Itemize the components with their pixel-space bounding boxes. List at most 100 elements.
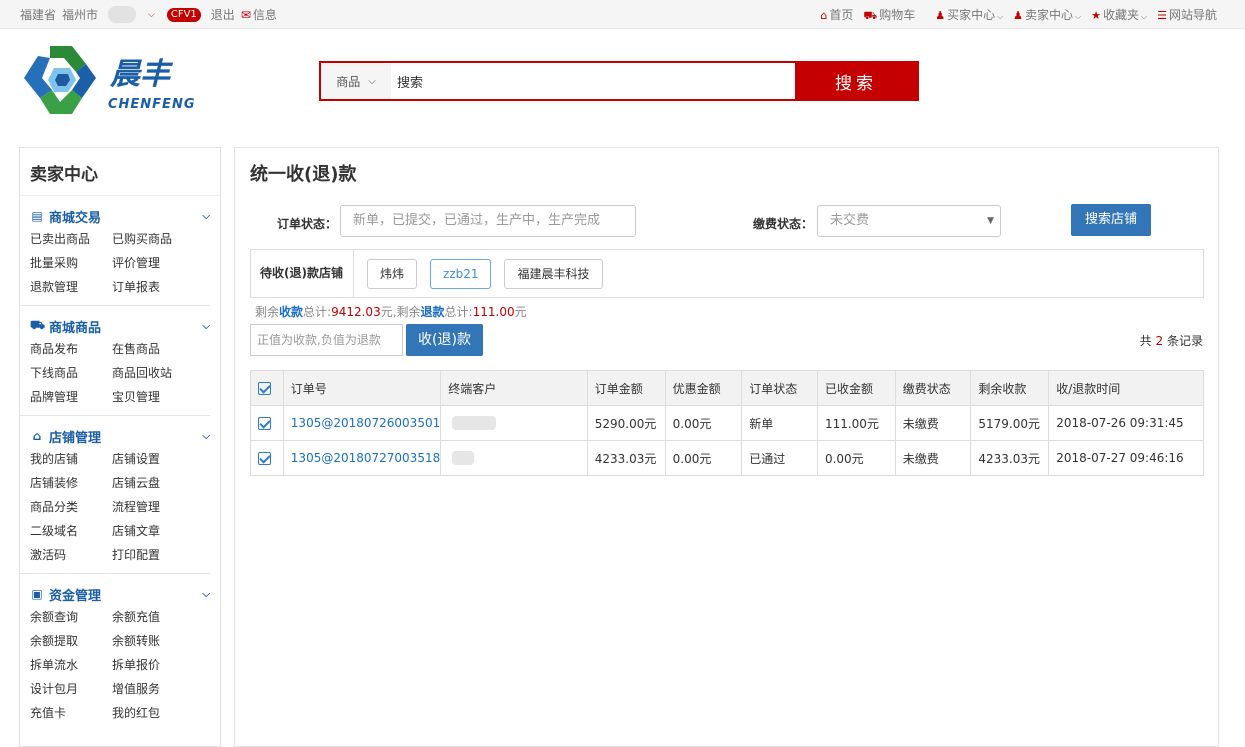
table-cell: 未缴费 [894,440,972,476]
summary-text: 元 [514,305,527,319]
sidebar-section-header[interactable]: ⛟ 商城商品 ⌵ [30,316,210,336]
column-header: 订单状态 [741,370,818,406]
sidebar-item[interactable]: 店铺设置 [112,450,202,468]
sidebar-item[interactable]: 商品回收站 [112,364,202,382]
sidebar-item[interactable]: 品牌管理 [30,388,112,406]
card-icon: ▤ [31,209,43,223]
amount-input[interactable]: 正值为收款,负值为退款 [250,324,403,356]
row-checkbox[interactable] [250,440,284,476]
sidebar-item[interactable]: 宝贝管理 [112,388,202,406]
sidebar-item[interactable]: 店铺文章 [112,522,202,540]
sidebar-item[interactable]: 充值卡 [30,704,112,722]
summary-text: 总计: [303,305,332,319]
fee-status-select[interactable]: 未交费 ▼ [817,205,1001,237]
order-number-link[interactable]: 1305@20180727003518 [282,440,442,476]
sidebar-item[interactable]: 商品分类 [30,498,112,516]
orders-table: 订单号 终端客户 订单金额 优惠金额 订单状态 已收金额 缴费状态 剩余收款 收… [250,370,1204,476]
order-status-field[interactable]: 新单，已提交，已通过，生产中，生产完成 [340,205,636,237]
top-nav-site-nav[interactable]: ☰ 网站导航 [1157,6,1217,24]
sidebar-item[interactable]: 商品发布 [30,340,112,358]
table-row[interactable]: 1305@20180727003518 4233.03元 0.00元 已通过 0.00元… [250,440,1204,476]
summary-text: 总计: [444,305,473,319]
top-nav-cart[interactable]: ⛟ 购物车 [863,6,915,24]
sidebar-item[interactable]: 已购买商品 [112,230,202,248]
sidebar-item[interactable]: 增值服务 [112,680,202,698]
search-bar: 商品 ⌵ 搜索 [319,61,919,101]
search-input[interactable] [391,63,795,99]
sidebar-item[interactable]: 余额提取 [30,632,112,650]
sidebar-item[interactable]: 已卖出商品 [30,230,112,248]
top-nav-label: 卖家中心 [1025,8,1074,22]
sidebar-item[interactable]: 拆单报价 [112,656,202,674]
sidebar-section-title: 商城交易 [49,210,102,226]
sidebar-item[interactable]: 店铺云盘 [112,474,202,492]
home-icon: ⌂ [820,9,828,22]
sidebar-item[interactable]: 在售商品 [112,340,202,358]
select-all-checkbox[interactable] [250,370,284,406]
province-label[interactable]: 福建省 [20,6,56,23]
order-number-link[interactable]: 1305@20180726003501 [282,405,442,441]
username-redacted [108,6,137,23]
sidebar-section-header[interactable]: ▤ 商城交易 ⌵ [30,206,210,226]
top-bar: 福建省 福州市 ⌵ CFV1 退出 ✉ 信息 ⌂ 首页 ⛟ 购物车 ♟ 买家中心 ⌵ ♟… [0,0,1245,29]
cart-icon: ⛟ [863,9,878,22]
user-icon: ♟ [1013,9,1024,22]
star-icon: ★ [1091,9,1102,22]
table-cell [440,440,588,476]
sidebar-section: ⌂ 店铺管理 ⌵ 我的店铺 店铺设置 店铺装修 店铺云盘 商品分类 流程管理 二级域名 店铺文章 激活… [20,416,210,574]
shop-button-zzb21[interactable]: zzb21 [430,258,492,289]
shop-button-weiwei[interactable]: 炜炜 [366,258,417,289]
column-header: 订单号 [282,370,442,406]
collect-total-amount: 9412.03 [331,305,381,319]
top-nav-seller-center[interactable]: ♟ 卖家中心 ⌵ [1013,6,1081,24]
sidebar-item[interactable]: 订单报表 [112,278,202,296]
collect-refund-button[interactable]: 收(退)款 [406,324,483,356]
customer-redacted [452,451,475,466]
search-shop-button[interactable]: 搜索店铺 [1071,204,1151,236]
checkbox-icon [258,382,271,395]
sidebar: 卖家中心 ▤ 商城交易 ⌵ 已卖出商品 已购买商品 批量采购 评价管理 退款管理 订单报表 ⛟ 商城… [19,147,221,747]
sidebar-item[interactable]: 流程管理 [112,498,202,516]
caret-down-icon: ▼ [987,216,994,226]
sidebar-item[interactable]: 激活码 [30,546,112,564]
table-cell: 0.00元 [664,440,743,476]
city-label[interactable]: 福州市 [62,6,98,23]
logout-link[interactable]: 退出 [211,6,235,23]
messages-link[interactable]: 信息 [253,6,277,23]
sidebar-item[interactable]: 余额查询 [30,608,112,626]
top-nav-buyer-center[interactable]: ♟ 买家中心 ⌵ [935,6,1003,24]
table-cell: 新单 [741,405,818,441]
search-category-select[interactable]: 商品 ⌵ [321,63,391,99]
sidebar-item[interactable]: 二级域名 [30,522,112,540]
site-logo[interactable]: 晨丰 CHENFENG [20,42,220,120]
search-button[interactable]: 搜索 [795,63,917,99]
sidebar-item[interactable]: 退款管理 [30,278,112,296]
shop-button-chenfeng[interactable]: 福建晨丰科技 [504,258,603,289]
sidebar-item[interactable]: 设计包月 [30,680,112,698]
sidebar-item[interactable]: 批量采购 [30,254,112,272]
sidebar-section-header[interactable]: ⌂ 店铺管理 ⌵ [30,426,210,446]
sidebar-item[interactable]: 下线商品 [30,364,112,382]
balance-summary: 剩余收款总计:9412.03元,剩余退款总计:111.00元 [255,303,527,320]
top-nav-favorites[interactable]: ★ 收藏夹 ⌵ [1091,6,1147,24]
sidebar-item[interactable]: 我的店铺 [30,450,112,468]
sidebar-item[interactable]: 拆单流水 [30,656,112,674]
table-row[interactable]: 1305@20180726003501 5290.00元 0.00元 新单 111.00… [250,405,1204,441]
table-cell: 5290.00元 [586,405,666,441]
sidebar-item[interactable]: 余额转账 [112,632,202,650]
sidebar-item[interactable]: 店铺装修 [30,474,112,492]
row-checkbox[interactable] [250,405,284,441]
sidebar-item[interactable]: 余额充值 [112,608,202,626]
sidebar-item[interactable]: 评价管理 [112,254,202,272]
sidebar-item[interactable]: 我的红包 [112,704,202,722]
column-header: 优惠金额 [664,370,743,406]
top-nav-label: 买家中心 [947,8,996,22]
table-cell: 2018-07-26 09:31:45 [1048,405,1204,441]
chevron-down-icon[interactable]: ⌵ [148,10,155,20]
truck-icon: ⛟ [30,318,46,332]
top-nav-home[interactable]: ⌂ 首页 [820,6,853,24]
sidebar-item[interactable]: 打印配置 [112,546,202,564]
table-cell: 4233.03元 [586,440,666,476]
sidebar-item-grid: 我的店铺 店铺设置 店铺装修 店铺云盘 商品分类 流程管理 二级域名 店铺文章 激活码 打印配置 [30,450,200,564]
sidebar-section-header[interactable]: ▣ 资金管理 ⌵ [30,584,210,604]
